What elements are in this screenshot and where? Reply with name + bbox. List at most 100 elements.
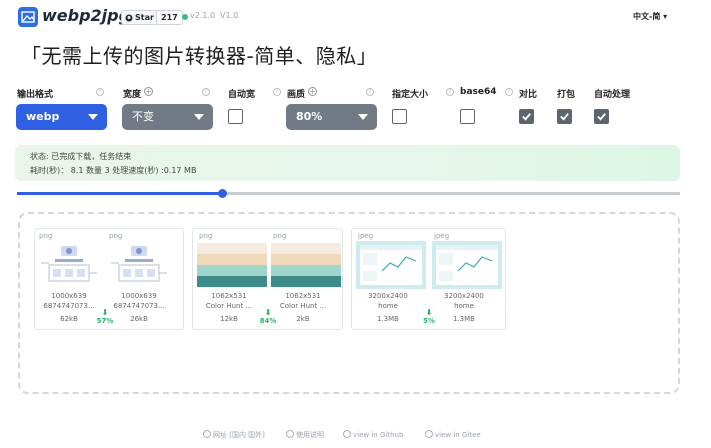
quality-select[interactable]: 80% (286, 104, 377, 130)
image-thumbnail (432, 241, 502, 289)
image-dimensions: 3200x2400 (444, 292, 484, 300)
compare-slider-fill (17, 192, 223, 195)
image-card[interactable]: png 1000x639 6874747073... 62kB png 1000… (34, 228, 184, 330)
brand-name[interactable]: webp2jpg (42, 6, 130, 25)
arrow-down-icon: ⬇ (101, 308, 109, 317)
help-icon[interactable]: ? (366, 88, 374, 96)
original-image[interactable]: png 1062x531 Color Hunt ... 12kB (195, 229, 267, 331)
chevron-down-icon (194, 114, 204, 120)
width-label: 宽度 (123, 90, 142, 100)
pack-checkbox[interactable] (557, 109, 572, 124)
arrow-down-icon: ⬇ (425, 308, 433, 317)
help-icon[interactable]: ? (273, 88, 281, 96)
image-filesize: 12kB (220, 315, 238, 323)
image-format: png (39, 232, 53, 240)
help-icon[interactable]: ? (96, 88, 104, 96)
image-thumbnail (356, 241, 426, 289)
image-dimensions: 1000x639 (51, 292, 87, 300)
compare-slider-handle[interactable] (218, 189, 228, 198)
auto-process-label: 自动处理 (594, 90, 631, 100)
footer-guide-text: 使用说明 (296, 431, 324, 439)
logo-icon[interactable] (18, 7, 38, 27)
base64-checkbox[interactable] (460, 109, 475, 124)
help-icon[interactable]: ? (505, 88, 513, 96)
output-format-value: webp (26, 110, 60, 123)
base64-label: base64 (460, 87, 497, 97)
compression-ratio: ⬇ 84% (255, 308, 281, 326)
compression-ratio-value: 57% (96, 317, 114, 325)
image-filename: Color Hunt ... (205, 302, 253, 310)
check-icon (522, 113, 531, 121)
header: webp2jpg Star 217 v2.1.0 V1.0 中文-简 ▾ (0, 0, 711, 34)
github-star-button[interactable]: Star (121, 10, 159, 25)
auto-process-checkbox[interactable] (594, 109, 609, 124)
plus-icon[interactable]: + (308, 87, 317, 96)
image-dimensions: 1062x531 (211, 292, 247, 300)
github-icon (343, 430, 351, 438)
version-status-dot (182, 14, 188, 20)
compression-ratio-value: 5% (423, 317, 435, 325)
footer-guide-link[interactable]: 使用说明 (286, 430, 324, 440)
image-dimensions: 1062x531 (285, 292, 321, 300)
help-icon[interactable]: ? (202, 88, 210, 96)
width-value: 不变 (132, 110, 154, 123)
quality-value: 80% (296, 110, 323, 123)
compression-ratio: ⬇ 57% (92, 308, 118, 326)
image-format: jpeg (434, 232, 450, 240)
image-format: png (199, 232, 213, 240)
github-star-label: Star (135, 13, 154, 22)
image-filesize: 1.3MB (377, 315, 399, 323)
width-select[interactable]: 不变 (122, 104, 213, 130)
plus-icon[interactable]: + (144, 87, 153, 96)
set-size-label: 指定大小 (392, 90, 429, 100)
footer-site-link[interactable]: 网址 [国内 国外] (203, 430, 265, 440)
footer-gitee-link[interactable]: view in Gitee (425, 430, 481, 439)
compare-checkbox[interactable] (519, 109, 534, 124)
original-image[interactable]: jpeg 3200x2400 home 1.3MB (354, 229, 426, 331)
image-thumbnail (197, 243, 267, 287)
chevron-down-icon (88, 114, 98, 120)
image-thumbnail (109, 243, 169, 287)
status-panel: 状态: 已完成下载，任务结束 耗时(秒)： 8.1 数量 3 处理速度(秒) :… (15, 145, 680, 181)
compression-ratio-value: 84% (259, 317, 277, 325)
footer-github-text: view in Github (353, 431, 404, 439)
set-size-checkbox[interactable] (392, 109, 407, 124)
image-format: jpeg (358, 232, 374, 240)
footer-gitee-text: view in Gitee (435, 431, 481, 439)
help-icon[interactable]: ? (446, 88, 454, 96)
auto-width-checkbox[interactable] (228, 109, 243, 124)
github-icon (125, 14, 133, 21)
compare-label: 对比 (519, 90, 538, 100)
footer-github-link[interactable]: view in Github (343, 430, 403, 439)
arrow-down-icon: ⬇ (264, 308, 272, 317)
github-star-count[interactable]: 217 (156, 10, 183, 25)
image-format: png (273, 232, 287, 240)
stats-text: 耗时(秒)： 8.1 数量 3 处理速度(秒) :0.17 MB (30, 166, 197, 175)
legacy-version-link[interactable]: V1.0 (220, 11, 238, 20)
compression-ratio: ⬇ 5% (416, 308, 442, 326)
gitee-icon (425, 430, 433, 438)
image-card[interactable]: jpeg 3200x2400 home 1.3MB jpeg 3200x2400… (351, 228, 506, 330)
check-icon (560, 113, 569, 121)
status-text: 状态: 已完成下载，任务结束 (30, 152, 132, 161)
check-icon (597, 113, 606, 121)
chevron-down-icon (358, 114, 368, 120)
globe-icon (203, 430, 211, 438)
image-card[interactable]: png 1062x531 Color Hunt ... 12kB png 106… (192, 228, 343, 330)
image-thumbnail (271, 243, 341, 287)
output-format-label: 输出格式 (17, 90, 54, 100)
version-label: v2.1.0 (190, 11, 216, 20)
image-format: png (109, 232, 123, 240)
output-format-select[interactable]: webp (16, 104, 107, 130)
image-thumbnail (39, 243, 99, 287)
auto-width-label: 自动宽 (228, 90, 256, 100)
image-dimensions: 3200x2400 (368, 292, 408, 300)
quality-label: 画质 (287, 90, 306, 100)
image-dimensions: 1000x639 (121, 292, 157, 300)
pack-label: 打包 (557, 90, 576, 100)
language-selector[interactable]: 中文-简 ▾ (633, 11, 667, 22)
image-filename: home (378, 302, 398, 310)
page-title: 「无需上传的图片转换器-简单、隐私」 (21, 44, 378, 68)
footer-site-text: 网址 [国内 国外] (213, 431, 265, 439)
help-icon (286, 430, 294, 438)
